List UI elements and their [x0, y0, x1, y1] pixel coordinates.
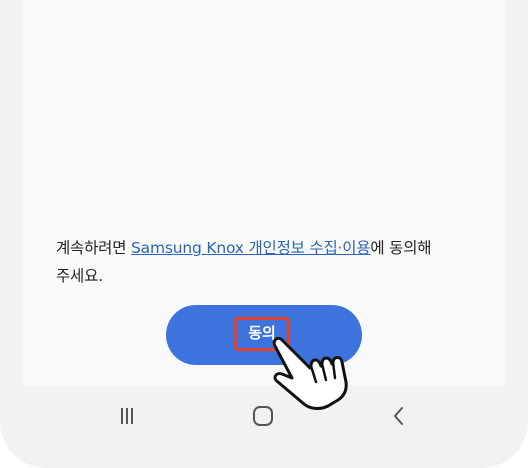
consent-prefix: 계속하려면 — [56, 239, 132, 257]
home-icon — [253, 406, 273, 426]
privacy-policy-link[interactable]: Samsung Knox 개인정보 수집·이용 — [131, 239, 371, 257]
agree-button[interactable]: 동의 — [166, 305, 362, 365]
screen: 계속하려면 Samsung Knox 개인정보 수집·이용에 동의해 주세요. … — [22, 0, 506, 446]
recent-apps-button[interactable] — [107, 399, 147, 433]
home-button[interactable] — [243, 399, 283, 433]
navigation-bar — [22, 385, 506, 446]
back-button[interactable] — [379, 399, 419, 433]
consent-text: 계속하려면 Samsung Knox 개인정보 수집·이용에 동의해 주세요. — [56, 234, 476, 290]
recent-apps-icon — [121, 408, 133, 424]
consent-suffix: 에 동의해 — [370, 239, 432, 257]
consent-line2: 주세요. — [56, 267, 103, 285]
back-icon — [394, 407, 403, 425]
agree-button-label: 동의 — [234, 317, 290, 351]
device-frame: 계속하려면 Samsung Knox 개인정보 수집·이용에 동의해 주세요. … — [0, 0, 528, 468]
